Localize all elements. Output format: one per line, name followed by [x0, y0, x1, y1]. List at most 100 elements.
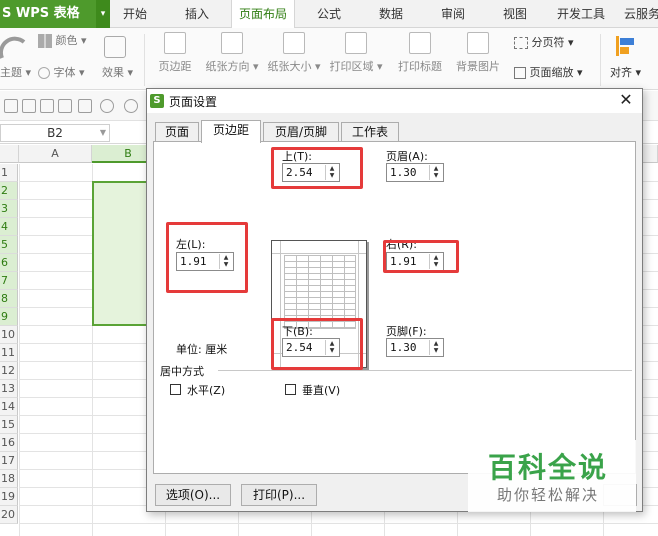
spin-up-icon[interactable]: ▲ — [430, 340, 442, 347]
footer-margin-spinner[interactable]: ▲ ▼ — [386, 338, 444, 357]
header-margin-label: 页眉(A): — [386, 150, 428, 163]
undo-icon[interactable] — [100, 99, 114, 113]
row-header-4[interactable]: 4 — [0, 218, 18, 236]
row-header-12[interactable]: 12 — [0, 362, 18, 380]
effects-icon[interactable] — [104, 36, 126, 58]
row-header-14[interactable]: 14 — [0, 398, 18, 416]
margins-panel: 上(T): ▲ ▼ 页眉(A): ▲ ▼ 左(L): ▲ ▼ — [153, 141, 636, 474]
row-header-15[interactable]: 15 — [0, 416, 18, 434]
row-header-18[interactable]: 18 — [0, 470, 18, 488]
row-header-7[interactable]: 7 — [0, 272, 18, 290]
tab-developer[interactable]: 开发工具 — [552, 0, 610, 28]
footer-margin-input[interactable] — [390, 340, 428, 355]
orientation-icon — [221, 32, 243, 54]
theme-icon[interactable] — [0, 36, 30, 60]
tab-header-footer[interactable]: 页眉/页脚 — [263, 122, 339, 142]
print-titles-icon — [409, 32, 431, 54]
tab-view[interactable]: 视图 — [494, 0, 536, 28]
row-header-9[interactable]: 9 — [0, 308, 18, 326]
tab-margins[interactable]: 页边距 — [201, 120, 261, 143]
app-name: S WPS 表格 — [2, 6, 80, 21]
watermark-subtitle: 助你轻松解决 — [497, 486, 600, 504]
spin-down-icon[interactable]: ▼ — [430, 172, 442, 179]
margins-label: 页边距 — [158, 60, 192, 73]
align-button[interactable]: 对齐 ▾ — [610, 64, 641, 80]
tab-home[interactable]: 开始 — [114, 0, 156, 28]
margins-icon — [164, 32, 186, 54]
save-icon[interactable] — [22, 99, 36, 113]
orientation-button[interactable]: 纸张方向 ▾ — [200, 32, 264, 74]
tab-insert[interactable]: 插入 — [176, 0, 218, 28]
row-header-6[interactable]: 6 — [0, 254, 18, 272]
ribbon-tab-bar: S WPS 表格 ▾ 开始 插入 页面布局 公式 数据 审阅 视图 开发工具 云… — [0, 0, 658, 29]
vertical-center-checkbox[interactable] — [285, 384, 296, 395]
colors-button[interactable]: 颜色 ▾ — [38, 32, 87, 48]
print-area-button[interactable]: 打印区域 ▾ — [326, 32, 386, 74]
horizontal-center-checkbox[interactable] — [170, 384, 181, 395]
print-button[interactable]: 打印(P)... — [241, 484, 317, 506]
tab-data[interactable]: 数据 — [370, 0, 412, 28]
theme-button[interactable]: 主题 ▾ — [0, 64, 31, 80]
align-icon[interactable] — [614, 34, 636, 58]
ribbon-separator — [144, 34, 145, 86]
background-image-button[interactable]: 背景图片 — [451, 32, 505, 74]
name-box[interactable]: B2 ▼ — [0, 124, 110, 142]
open-icon[interactable] — [4, 99, 18, 113]
page-scale-button[interactable]: 页面缩放 ▾ — [514, 64, 583, 80]
colors-label: 颜色 ▾ — [55, 34, 87, 47]
print-preview-icon[interactable] — [78, 99, 92, 113]
tab-page[interactable]: 页面 — [155, 122, 199, 142]
row-header-5[interactable]: 5 — [0, 236, 18, 254]
app-menu-chevron-icon[interactable]: ▾ — [96, 0, 110, 28]
row-header-10[interactable]: 10 — [0, 326, 18, 344]
row-header-3[interactable]: 3 — [0, 200, 18, 218]
selected-range-b2-b9[interactable] — [92, 181, 148, 326]
dialog-titlebar[interactable]: S 页面设置 ✕ — [147, 89, 642, 113]
tab-sheet[interactable]: 工作表 — [341, 122, 399, 142]
print-titles-label: 打印标题 — [398, 60, 442, 73]
print-icon[interactable] — [58, 99, 72, 113]
spin-arrows: ▲ ▼ — [429, 165, 442, 180]
effects-button[interactable]: 效果 ▾ — [102, 64, 133, 80]
row-header-2[interactable]: 2 — [0, 182, 18, 200]
name-box-chevron-icon[interactable]: ▼ — [100, 125, 106, 141]
page-break-button[interactable]: 分页符 ▾ — [514, 34, 574, 50]
row-header-11[interactable]: 11 — [0, 344, 18, 362]
fonts-button[interactable]: 字体 ▾ — [38, 64, 85, 80]
tab-page-layout[interactable]: 页面布局 — [231, 0, 295, 29]
select-all-corner[interactable] — [0, 145, 19, 163]
row-header-19[interactable]: 19 — [0, 488, 18, 506]
paper-size-label: 纸张大小 ▾ — [267, 60, 321, 73]
row-header-13[interactable]: 13 — [0, 380, 18, 398]
print-area-icon — [345, 32, 367, 54]
export-icon[interactable] — [40, 99, 54, 113]
header-margin-spinner[interactable]: ▲ ▼ — [386, 163, 444, 182]
print-titles-button[interactable]: 打印标题 — [393, 32, 447, 74]
row-header-17[interactable]: 17 — [0, 452, 18, 470]
options-button[interactable]: 选项(O)... — [155, 484, 231, 506]
redo-icon[interactable] — [124, 99, 138, 113]
column-header-a[interactable]: A — [19, 145, 92, 163]
row-header-16[interactable]: 16 — [0, 434, 18, 452]
horizontal-center-label[interactable]: 水平(Z) — [187, 382, 225, 398]
app-menu-button[interactable]: S WPS 表格 ▾ — [0, 0, 110, 28]
vertical-center-label[interactable]: 垂直(V) — [302, 382, 340, 398]
spin-up-icon[interactable]: ▲ — [430, 165, 442, 172]
page-break-label: 分页符 ▾ — [531, 36, 574, 49]
close-icon[interactable]: ✕ — [616, 90, 636, 110]
paper-size-button[interactable]: 纸张大小 ▾ — [266, 32, 322, 74]
page-break-icon — [514, 37, 528, 49]
center-group-divider — [218, 370, 632, 371]
tab-formulas[interactable]: 公式 — [308, 0, 350, 28]
row-header-20[interactable]: 20 — [0, 506, 18, 524]
header-margin-input[interactable] — [390, 165, 428, 180]
row-header-1[interactable]: 1 — [0, 164, 18, 182]
background-image-icon — [467, 32, 489, 54]
margins-button[interactable]: 页边距 — [147, 32, 203, 74]
spin-down-icon[interactable]: ▼ — [430, 347, 442, 354]
highlight-box-right — [383, 240, 459, 273]
tab-review[interactable]: 审阅 — [432, 0, 474, 28]
row-header-8[interactable]: 8 — [0, 290, 18, 308]
tab-cloud[interactable]: 云服务 — [624, 0, 658, 28]
fonts-icon — [38, 67, 50, 79]
